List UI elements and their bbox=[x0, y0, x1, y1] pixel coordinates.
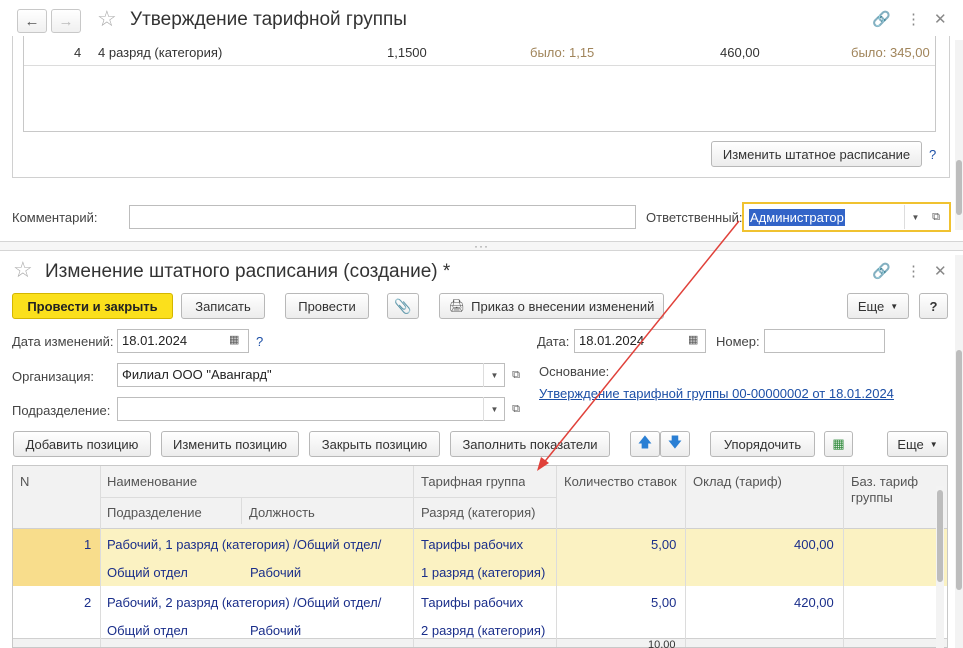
row2-salary: 420,00 bbox=[794, 595, 834, 610]
add-position-button[interactable]: Добавить позицию bbox=[13, 431, 151, 457]
open-form-icon[interactable]: ⧉ bbox=[506, 363, 526, 387]
col-tariff-group[interactable]: Тарифная группа bbox=[421, 474, 525, 489]
post-button[interactable]: Провести bbox=[285, 293, 369, 319]
organization-field[interactable]: Филиал ООО "Авангард" bbox=[117, 363, 505, 387]
row2-position: Рабочий bbox=[250, 623, 302, 638]
row1-tariff-group: Тарифы рабочих bbox=[421, 537, 524, 552]
order-button[interactable]: 🖨 Приказ о внесении изменений bbox=[439, 293, 664, 319]
top-help-link[interactable]: ? bbox=[929, 147, 936, 162]
basis-link[interactable]: Утверждение тарифной группы 00-00000002 … bbox=[539, 386, 894, 401]
row1-dept: Общий отдел bbox=[107, 565, 188, 580]
table-footer bbox=[13, 638, 947, 647]
change-date-help[interactable]: ? bbox=[256, 334, 263, 349]
add-table-button[interactable]: ▦ bbox=[824, 431, 853, 457]
paperclip-icon: 📎 bbox=[394, 297, 412, 314]
table-scrollbar[interactable] bbox=[936, 486, 944, 648]
change-schedule-button[interactable]: Изменить штатное расписание bbox=[711, 141, 922, 167]
change-date-label: Дата изменений: bbox=[12, 334, 114, 349]
date-label: Дата: bbox=[537, 334, 570, 349]
close-icon[interactable]: ✕ bbox=[934, 262, 947, 280]
save-button[interactable]: Записать bbox=[181, 293, 265, 319]
more-button-label: Еще bbox=[857, 298, 885, 314]
arrow-down-icon: 🡇 bbox=[667, 434, 683, 450]
col-rate-count[interactable]: Количество ставок bbox=[564, 474, 677, 489]
favorite-star-icon[interactable]: ☆ bbox=[13, 257, 33, 283]
row2-dept: Общий отдел bbox=[107, 623, 188, 638]
row2-grade: 2 разряд (категория) bbox=[421, 623, 546, 638]
responsible-label: Ответственный: bbox=[646, 210, 743, 225]
col-grade[interactable]: Разряд (категория) bbox=[421, 505, 535, 520]
fill-indicators-button[interactable]: Заполнить показатели bbox=[450, 431, 610, 457]
top-form-title: Утверждение тарифной группы bbox=[130, 9, 407, 30]
table-more-button[interactable]: Еще ▼ bbox=[887, 431, 948, 457]
edit-position-button[interactable]: Изменить позицию bbox=[161, 431, 299, 457]
favorite-star-icon[interactable]: ☆ bbox=[97, 6, 117, 32]
bottom-form-title: Изменение штатного расписания (создание)… bbox=[45, 261, 451, 282]
col-base-tariff[interactable]: Баз. тариф bbox=[851, 474, 918, 489]
more-menu-icon[interactable]: ⋮ bbox=[906, 262, 921, 280]
arrow-up-icon: 🡅 bbox=[637, 434, 653, 450]
row2-rate-count: 5,00 bbox=[651, 595, 677, 610]
row1-salary: 400,00 bbox=[794, 537, 834, 552]
forward-button[interactable]: → bbox=[51, 9, 81, 33]
calendar-icon[interactable]: ▦ bbox=[688, 333, 698, 346]
row2-n: 2 bbox=[84, 595, 92, 610]
top-scrollbar[interactable] bbox=[955, 40, 963, 230]
link-icon[interactable]: 🔗 bbox=[872, 10, 891, 28]
back-button[interactable]: ← bbox=[17, 9, 47, 33]
row1-n: 1 bbox=[84, 537, 92, 552]
chevron-down-icon[interactable]: ▼ bbox=[483, 363, 505, 387]
col-n[interactable]: N bbox=[20, 474, 29, 489]
printer-icon: 🖨 bbox=[448, 298, 466, 313]
comment-label: Комментарий: bbox=[12, 210, 98, 225]
chevron-down-icon: ▼ bbox=[929, 439, 938, 449]
more-menu-icon[interactable]: ⋮ bbox=[906, 10, 921, 28]
row1-name: Рабочий, 1 разряд (категория) /Общий отд… bbox=[107, 537, 382, 552]
calendar-icon[interactable]: ▦ bbox=[229, 333, 239, 346]
link-icon[interactable]: 🔗 bbox=[872, 262, 891, 280]
row1-rate-count: 5,00 bbox=[651, 537, 677, 552]
form-scrollbar[interactable] bbox=[955, 255, 963, 648]
move-up-button[interactable]: 🡅 bbox=[630, 431, 660, 457]
number-label: Номер: bbox=[716, 334, 760, 349]
col-dept[interactable]: Подразделение bbox=[107, 505, 202, 520]
col-base-tariff-2[interactable]: группы bbox=[851, 490, 893, 505]
sort-button[interactable]: Упорядочить bbox=[710, 431, 815, 457]
attach-button[interactable]: 📎 bbox=[387, 293, 419, 319]
col-position[interactable]: Должность bbox=[249, 505, 315, 520]
close-position-button[interactable]: Закрыть позицию bbox=[309, 431, 440, 457]
post-and-close-button[interactable]: Провести и закрыть bbox=[12, 293, 173, 319]
open-form-icon[interactable]: ⧉ bbox=[926, 205, 946, 229]
more-button[interactable]: Еще ▼ bbox=[847, 293, 909, 319]
footer-total: 10,00 bbox=[648, 640, 676, 648]
move-down-button[interactable]: 🡇 bbox=[660, 431, 690, 457]
chevron-down-icon[interactable]: ▼ bbox=[904, 205, 926, 229]
date-field[interactable]: 18.01.2024 bbox=[574, 329, 706, 353]
table-more-label: Еще bbox=[897, 436, 924, 452]
splitter[interactable]: ··· bbox=[0, 240, 963, 252]
row1-grade: 1 разряд (категория) bbox=[421, 565, 546, 580]
chevron-down-icon[interactable]: ▼ bbox=[483, 397, 505, 421]
help-button[interactable]: ? bbox=[919, 293, 948, 319]
chevron-down-icon: ▼ bbox=[890, 301, 899, 311]
row2-name: Рабочий, 2 разряд (категория) /Общий отд… bbox=[107, 595, 382, 610]
responsible-value: Администратор bbox=[749, 209, 845, 226]
organization-label: Организация: bbox=[12, 369, 95, 384]
positions-table bbox=[12, 465, 948, 648]
row1-position: Рабочий bbox=[250, 565, 302, 580]
col-name[interactable]: Наименование bbox=[107, 474, 197, 489]
number-field[interactable] bbox=[764, 329, 885, 353]
basis-label: Основание: bbox=[539, 364, 610, 379]
department-label: Подразделение: bbox=[12, 403, 111, 418]
row2-tariff-group: Тарифы рабочих bbox=[421, 595, 524, 610]
open-form-icon[interactable]: ⧉ bbox=[506, 397, 526, 421]
col-salary[interactable]: Оклад (тариф) bbox=[693, 474, 782, 489]
comment-field[interactable] bbox=[129, 205, 636, 229]
department-field[interactable] bbox=[117, 397, 505, 421]
order-button-label: Приказ о внесении изменений bbox=[471, 298, 655, 314]
responsible-field[interactable]: Администратор ▼ ⧉ bbox=[742, 202, 951, 232]
close-icon[interactable]: ✕ bbox=[934, 10, 947, 28]
table-add-icon: ▦ bbox=[832, 436, 845, 451]
